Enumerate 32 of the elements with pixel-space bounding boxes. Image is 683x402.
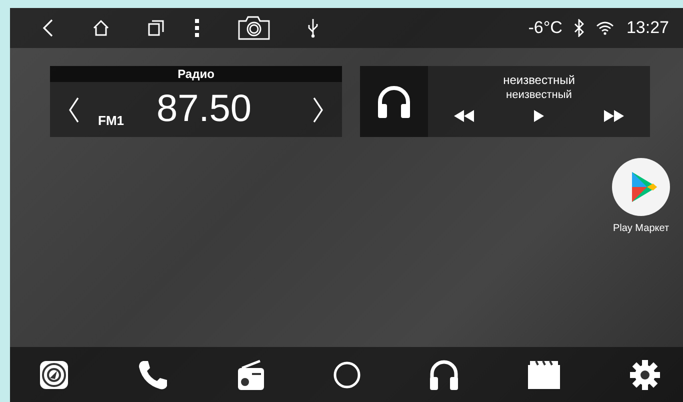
phone-icon[interactable]: [137, 358, 170, 390]
clock-time: 13:27: [626, 18, 669, 38]
fast-forward-icon[interactable]: [603, 109, 625, 123]
radio-widget[interactable]: Радио FM1 87.50: [50, 66, 342, 137]
radio-title: Радио: [50, 66, 342, 82]
previous-station-icon[interactable]: [68, 96, 80, 124]
radio-icon[interactable]: [236, 358, 266, 390]
camera-icon[interactable]: [238, 16, 270, 40]
next-station-icon[interactable]: [312, 96, 324, 124]
back-icon[interactable]: [42, 18, 54, 38]
rewind-icon[interactable]: [453, 109, 475, 123]
frequency: 87.50: [155, 88, 253, 131]
band-label: FM1: [98, 113, 124, 128]
bluetooth-icon: [574, 19, 584, 37]
track-title: неизвестный: [503, 72, 575, 88]
settings-icon[interactable]: [628, 358, 661, 390]
menu-icon[interactable]: [194, 18, 200, 38]
track-artist: неизвестный: [506, 88, 572, 103]
app-store-icon[interactable]: [611, 157, 671, 217]
play-icon[interactable]: [533, 109, 545, 123]
temperature: -6°C: [528, 18, 562, 38]
clapperboard-icon[interactable]: [526, 358, 562, 390]
headphones-tile[interactable]: [360, 66, 428, 137]
home-icon[interactable]: [92, 19, 110, 37]
circle-icon[interactable]: [333, 360, 362, 388]
navigation-icon[interactable]: [38, 358, 70, 390]
recent-apps-icon[interactable]: [148, 20, 164, 36]
headphones-icon[interactable]: [428, 358, 459, 390]
headphones-icon: [376, 84, 412, 118]
app-label[interactable]: Play Маркет: [612, 223, 670, 234]
wifi-icon: [596, 21, 614, 35]
usb-icon: [308, 18, 318, 38]
